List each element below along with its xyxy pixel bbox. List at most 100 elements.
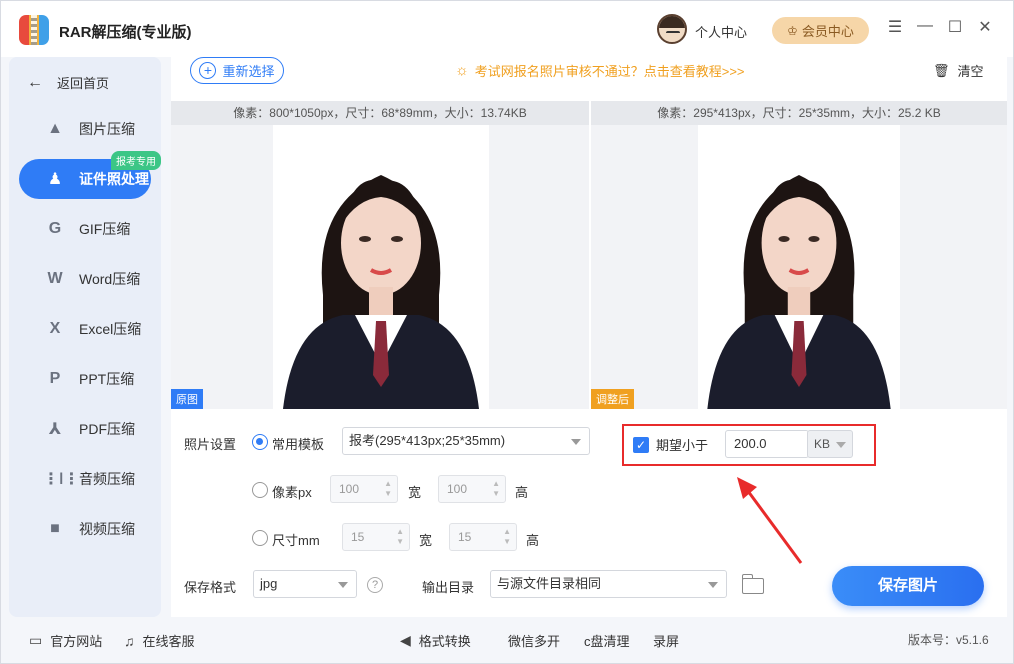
arrow-left-icon: ← bbox=[27, 73, 43, 91]
template-select[interactable]: 报考(295*413px;25*35mm) bbox=[342, 427, 590, 455]
format-select-value: jpg bbox=[260, 576, 278, 591]
sidebar-item-label: PDF压缩 bbox=[79, 421, 135, 437]
expect-size-highlight: ✓ 期望小于 200.0 KB bbox=[622, 424, 876, 466]
original-info: 像素：800*1050px，尺寸：68*89mm，大小：13.74KB bbox=[171, 101, 589, 125]
chevron-down-icon bbox=[338, 582, 348, 588]
size-height-value: 15 bbox=[458, 530, 472, 544]
output-dir-value: 与源文件目录相同 bbox=[497, 576, 602, 591]
expect-size-input[interactable]: 200.0 bbox=[725, 430, 809, 458]
sidebar-item-label: Word压缩 bbox=[79, 271, 141, 287]
pdf-icon: ⅄ bbox=[48, 421, 62, 438]
help-icon[interactable]: ? bbox=[367, 577, 383, 593]
reselect-label: 重新选择 bbox=[222, 64, 275, 79]
sidebar-item-audio[interactable]: ⋮ǀ⋮ 音频压缩 bbox=[19, 459, 151, 499]
vip-center-button[interactable]: ♔ 会员中心 bbox=[772, 17, 869, 44]
size-width-input[interactable]: 15 ▲ ▼ bbox=[342, 523, 410, 551]
user-avatar[interactable] bbox=[657, 14, 687, 44]
c-drive-clean-link[interactable]: c盘清理 bbox=[584, 631, 630, 650]
minimize-icon[interactable]: — bbox=[914, 17, 936, 35]
pixel-radio-label: 像素px bbox=[272, 485, 312, 500]
format-label: 保存格式 bbox=[184, 580, 237, 595]
screen-record-link[interactable]: 录屏 bbox=[653, 631, 679, 650]
sidebar-item-word[interactable]: W Word压缩 bbox=[19, 259, 151, 299]
sidebar-item-video[interactable]: ■ 视频压缩 bbox=[19, 509, 151, 549]
size-width-value: 15 bbox=[351, 530, 365, 544]
plus-icon: + bbox=[199, 62, 217, 79]
adjusted-tag: 调整后 bbox=[591, 389, 634, 409]
sidebar: ← 返回首页 ▲ 图片压缩 ♟ 证件照处理 报考专用 G GIF压缩 W Wor… bbox=[9, 57, 161, 617]
original-preview-pane: 像素：800*1050px，尺寸：68*89mm，大小：13.74KB 原图 bbox=[171, 101, 589, 409]
stepper-icon[interactable]: ▲ ▼ bbox=[384, 479, 392, 499]
sidebar-item-label: 音频压缩 bbox=[79, 471, 135, 487]
sidebar-item-ppt[interactable]: P PPT压缩 bbox=[19, 359, 151, 399]
clear-button[interactable]: 🗑 清空 bbox=[933, 61, 984, 80]
sidebar-item-pdf[interactable]: ⅄ PDF压缩 bbox=[19, 409, 151, 449]
title-bar: RAR解压缩(专业版) 个人中心 ♔ 会员中心 ☰ — ☐ ✕ bbox=[1, 1, 1013, 57]
sidebar-item-label: 证件照处理 bbox=[79, 171, 149, 187]
folder-icon[interactable] bbox=[742, 574, 764, 594]
stepper-icon[interactable]: ▲ ▼ bbox=[503, 527, 511, 547]
format-select[interactable]: jpg bbox=[253, 570, 357, 598]
stepper-icon[interactable]: ▲ ▼ bbox=[396, 527, 404, 547]
id-photo-icon: ♟ bbox=[47, 171, 63, 188]
back-home-link[interactable]: ← 返回首页 bbox=[27, 73, 109, 92]
size-radio[interactable] bbox=[252, 530, 268, 546]
pixel-radio[interactable] bbox=[252, 482, 268, 498]
adjusted-photo bbox=[698, 125, 900, 409]
original-tag: 原图 bbox=[171, 389, 203, 409]
template-radio[interactable] bbox=[252, 434, 268, 450]
app-title: RAR解压缩(专业版) bbox=[59, 24, 192, 41]
chevron-down-icon bbox=[571, 439, 581, 445]
tutorial-tip-label: 考试网报名照片审核不通过？点击查看教程>>> bbox=[474, 64, 745, 79]
format-convert-label: 格式转换 bbox=[418, 634, 471, 649]
trash-icon: 🗑 bbox=[933, 62, 950, 78]
crown-icon: ♔ bbox=[787, 23, 798, 38]
pixel-width-value: 100 bbox=[339, 482, 360, 496]
close-icon[interactable]: ✕ bbox=[974, 17, 996, 37]
video-icon: ■ bbox=[50, 520, 60, 537]
online-support-link[interactable]: ♫ 在线客服 bbox=[124, 631, 195, 650]
portrait-image bbox=[698, 125, 900, 409]
width-label: 宽 bbox=[408, 485, 422, 500]
excel-icon: X bbox=[49, 320, 61, 337]
size-height-input[interactable]: 15 ▲ ▼ bbox=[449, 523, 517, 551]
pixel-width-input[interactable]: 100 ▲ ▼ bbox=[330, 475, 398, 503]
official-website-link[interactable]: ▭ 官方网站 bbox=[29, 631, 102, 650]
gif-icon: G bbox=[48, 220, 62, 237]
template-select-value: 报考(295*413px;25*35mm) bbox=[349, 433, 506, 448]
monitor-icon: ▭ bbox=[29, 632, 43, 648]
expect-size-checkbox[interactable]: ✓ bbox=[633, 437, 649, 453]
menu-icon[interactable]: ☰ bbox=[884, 17, 906, 37]
footer: ▭ 官方网站 ♫ 在线客服 ◀ 格式转换 微信多开 c盘清理 录屏 版本号：v5… bbox=[1, 621, 1013, 663]
template-radio-label: 常用模板 bbox=[272, 437, 325, 452]
exam-badge: 报考专用 bbox=[111, 151, 161, 170]
tutorial-tip-link[interactable]: ☼ 考试网报名照片审核不通过？点击查看教程>>> bbox=[455, 61, 745, 80]
sidebar-item-label: GIF压缩 bbox=[79, 221, 131, 237]
pixel-height-value: 100 bbox=[447, 482, 468, 496]
unit-select[interactable]: KB bbox=[807, 430, 853, 458]
user-center-link[interactable]: 个人中心 bbox=[695, 22, 747, 41]
lightbulb-icon: ☼ bbox=[455, 62, 469, 79]
back-home-label: 返回首页 bbox=[57, 76, 110, 91]
sidebar-item-image[interactable]: ▲ 图片压缩 bbox=[19, 109, 151, 149]
sidebar-item-excel[interactable]: X Excel压缩 bbox=[19, 309, 151, 349]
stepper-icon[interactable]: ▲ ▼ bbox=[492, 479, 500, 499]
reselect-button[interactable]: + 重新选择 bbox=[190, 57, 284, 84]
pixel-height-input[interactable]: 100 ▲ ▼ bbox=[438, 475, 506, 503]
maximize-icon[interactable]: ☐ bbox=[944, 17, 966, 37]
version-label: 版本号：v5.1.6 bbox=[908, 633, 989, 647]
output-dir-select[interactable]: 与源文件目录相同 bbox=[490, 570, 727, 598]
output-dir-label: 输出目录 bbox=[422, 580, 475, 595]
ppt-icon: P bbox=[49, 370, 61, 387]
format-convert-link[interactable]: ◀ 格式转换 bbox=[400, 631, 471, 650]
portrait-image bbox=[273, 125, 489, 409]
chevron-down-icon bbox=[836, 442, 846, 448]
sidebar-item-gif[interactable]: G GIF压缩 bbox=[19, 209, 151, 249]
annotation-arrow bbox=[737, 477, 803, 564]
height-label: 高 bbox=[515, 485, 529, 500]
save-image-button[interactable]: 保存图片 bbox=[832, 566, 984, 606]
width-label: 宽 bbox=[419, 533, 433, 548]
wechat-multi-link[interactable]: 微信多开 bbox=[508, 631, 560, 650]
expect-size-label: 期望小于 bbox=[656, 438, 709, 453]
main-panel: + 重新选择 ☼ 考试网报名照片审核不通过？点击查看教程>>> 🗑 清空 像素：… bbox=[171, 57, 1007, 617]
